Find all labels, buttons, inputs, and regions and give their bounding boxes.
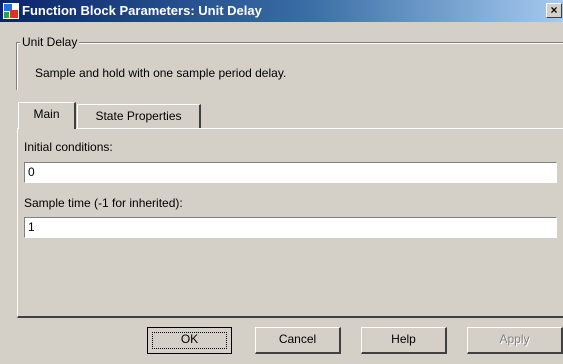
help-button-label: Help bbox=[391, 332, 416, 346]
sample-time-label: Sample time (-1 for inherited): bbox=[24, 196, 183, 210]
window-title: Function Block Parameters: Unit Delay bbox=[22, 3, 262, 18]
dialog-window: Function Block Parameters: Unit Delay × … bbox=[0, 0, 563, 364]
title-bar[interactable]: Function Block Parameters: Unit Delay × bbox=[0, 0, 563, 22]
apply-button-label: Apply bbox=[499, 332, 530, 346]
apply-button[interactable]: Apply bbox=[467, 327, 563, 354]
focus-rectangle bbox=[152, 332, 227, 349]
initial-conditions-input[interactable]: 0 bbox=[24, 162, 557, 183]
cancel-button-label: Cancel bbox=[278, 332, 317, 346]
cancel-button[interactable]: Cancel bbox=[255, 327, 341, 354]
help-button[interactable]: Help bbox=[361, 327, 447, 354]
tab-main[interactable]: Main bbox=[18, 102, 76, 129]
tab-state-properties-label: State Properties bbox=[95, 109, 182, 123]
block-name-label: Unit Delay bbox=[20, 35, 80, 49]
tab-state-properties[interactable]: State Properties bbox=[77, 104, 201, 128]
simulink-block-icon bbox=[3, 3, 19, 19]
initial-conditions-label: Initial conditions: bbox=[24, 140, 113, 154]
tab-main-label: Main bbox=[33, 107, 60, 121]
block-description-text: Sample and hold with one sample period d… bbox=[35, 66, 287, 80]
sample-time-input[interactable]: 1 bbox=[24, 217, 557, 238]
close-icon[interactable]: × bbox=[546, 3, 562, 18]
ok-button[interactable]: OK bbox=[147, 327, 232, 354]
